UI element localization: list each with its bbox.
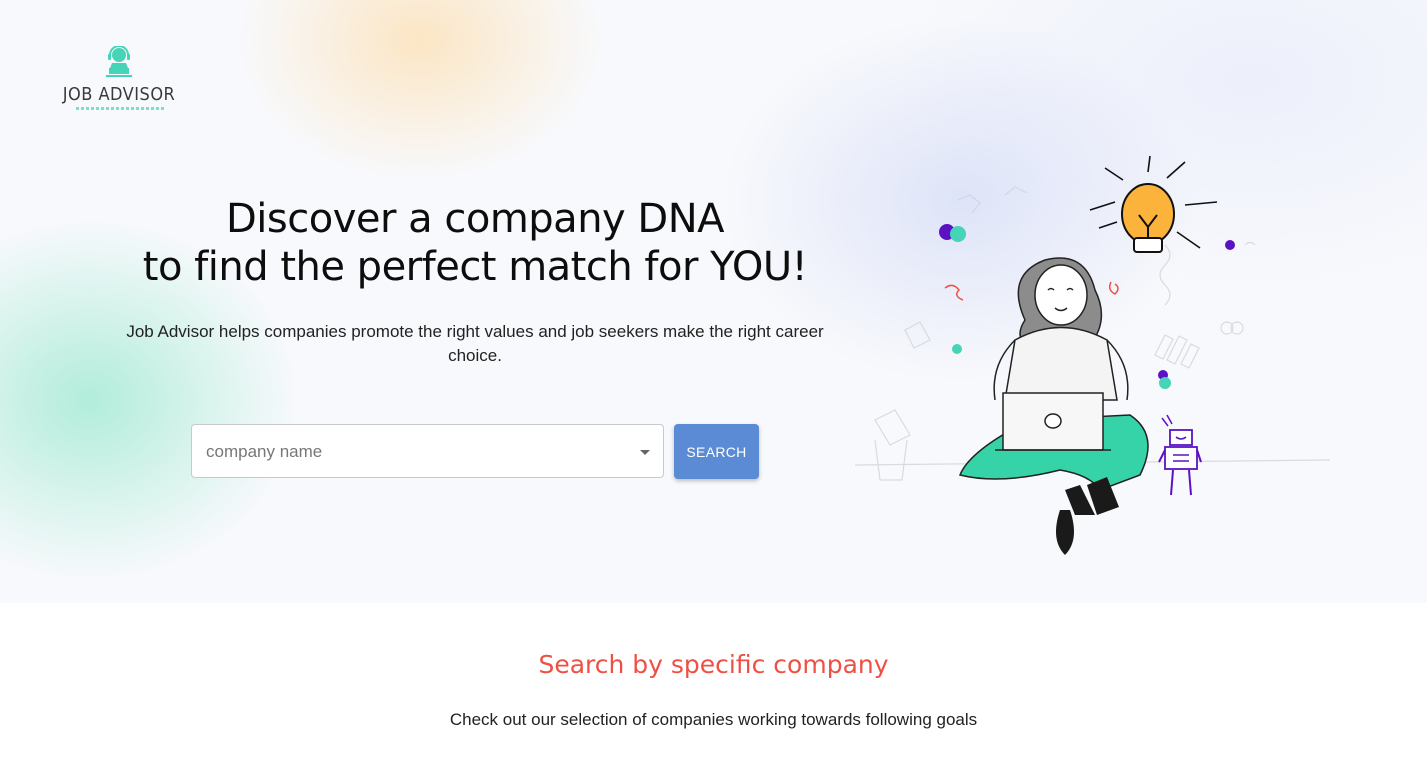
section-title: Search by specific company xyxy=(538,650,889,679)
hero-section: JOB ADVISOR Discover a company DNA to fi… xyxy=(0,0,1427,603)
hero-subtitle: Job Advisor helps companies promote the … xyxy=(126,322,824,365)
woman-figure xyxy=(958,257,1149,555)
logo[interactable]: JOB ADVISOR xyxy=(62,44,176,116)
headline-line-1: Discover a company DNA xyxy=(225,196,725,242)
search-button[interactable]: SEARCH xyxy=(674,424,759,479)
woman-laptop-lightbulb-illustration xyxy=(855,155,1331,555)
chevron-down-icon[interactable] xyxy=(640,450,650,455)
section-subtitle: Check out our selection of companies wor… xyxy=(449,710,978,729)
headline-line-2: to find the perfect match for YOU! xyxy=(142,244,808,290)
page-headline: Discover a company DNA to find the perfe… xyxy=(100,195,850,291)
brand-tagline xyxy=(76,107,166,110)
brand-name: JOB ADVISOR xyxy=(62,84,176,105)
company-search-input[interactable] xyxy=(204,433,628,471)
lightbulb-icon xyxy=(1089,155,1218,253)
headset-person-icon xyxy=(106,46,132,77)
robot-icon xyxy=(1158,414,1202,496)
company-search-field[interactable] xyxy=(191,424,664,478)
